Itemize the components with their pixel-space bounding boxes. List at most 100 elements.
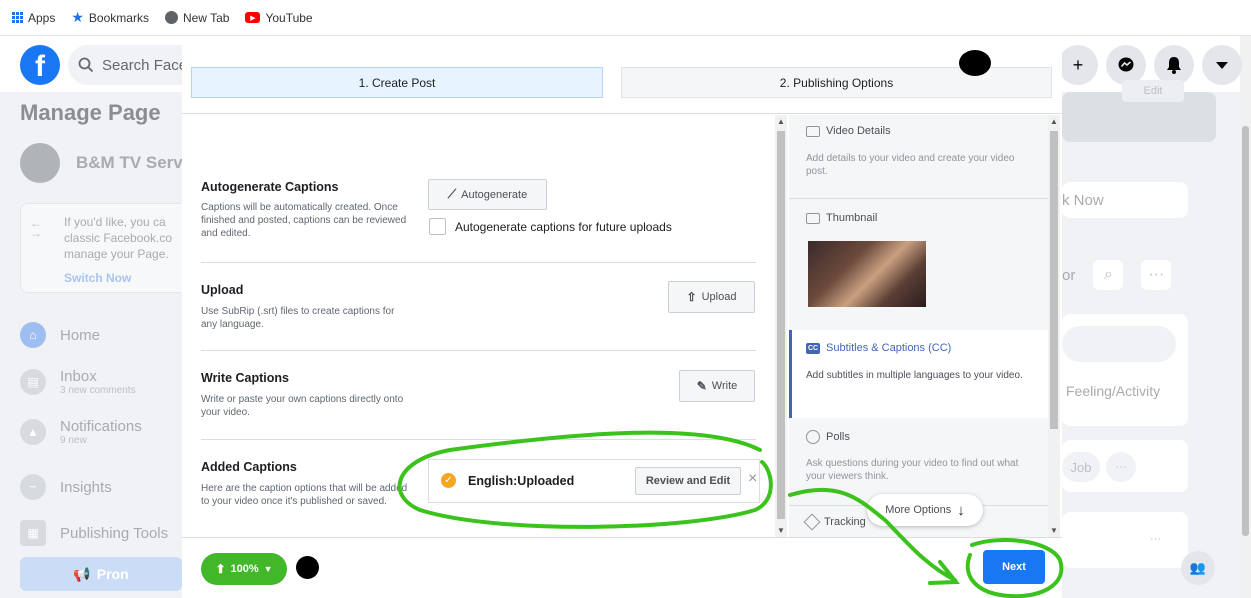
write-captions-title: Write Captions	[201, 371, 289, 385]
upload-button[interactable]: ⇧ Upload	[668, 281, 755, 313]
tracking-item[interactable]: Tracking	[803, 513, 866, 531]
job-button[interactable]: Job	[1062, 452, 1100, 482]
messenger-icon[interactable]	[1106, 45, 1146, 85]
insights-icon: ~	[20, 474, 46, 500]
tab-create-post[interactable]: 1. Create Post	[191, 67, 603, 98]
sidebar-item-label: Publishing Tools	[60, 524, 169, 542]
feeling-activity[interactable]: Feeling/Activity	[1066, 383, 1160, 399]
sidebar-item-label: Home	[60, 326, 101, 344]
home-icon: ⌂	[20, 322, 46, 348]
autogenerate-future-checkbox[interactable]	[429, 218, 446, 235]
sidebar-item-publishing-tools[interactable]: ▦ Publishing Tools	[20, 520, 168, 546]
promote-button[interactable]: 📢 Pron	[20, 557, 182, 591]
check-circle-icon: ✓	[441, 473, 456, 488]
upload-progress-label: 100%	[230, 563, 259, 575]
bookmark-new-tab[interactable]: New Tab	[164, 11, 229, 25]
post-composer[interactable]	[1062, 326, 1176, 362]
sidebar-item-label: Notifications	[60, 418, 142, 435]
subtitles-desc: Add subtitles in multiple languages to y…	[806, 370, 1023, 381]
autogenerate-button-label: Autogenerate	[461, 188, 528, 201]
edit-button[interactable]: Edit	[1122, 80, 1184, 102]
plus-icon[interactable]: +	[1058, 45, 1098, 85]
next-button[interactable]: Next	[983, 550, 1045, 584]
tag-icon	[803, 513, 821, 531]
promote-label: Pron	[96, 566, 129, 582]
sidebar-item-inbox[interactable]: ▤ Inbox 3 new comments	[20, 368, 136, 396]
video-thumbnail[interactable]	[808, 241, 926, 307]
more-icon[interactable]: ···	[1106, 452, 1136, 482]
redacted-dot	[959, 50, 991, 76]
bookmark-label: Bookmarks	[88, 10, 149, 25]
sidebar-item-sub: 9 new	[60, 435, 87, 446]
image-icon	[806, 212, 820, 224]
switch-now-link[interactable]: Switch Now	[64, 271, 131, 285]
book-now-card[interactable]: k Now	[1062, 182, 1188, 218]
video-details-title: Video Details	[826, 125, 891, 137]
cc-icon: CC	[806, 342, 820, 354]
panel-scrollbar[interactable]: ▲ ▼	[1048, 115, 1060, 537]
manage-page-title: Manage Page	[20, 100, 161, 125]
more-icon[interactable]: ···	[1141, 260, 1172, 290]
write-captions-desc: Write or paste your own captions directl…	[201, 394, 404, 418]
facebook-logo[interactable]: f	[20, 45, 60, 85]
video-details-desc: Add details to your video and create you…	[806, 153, 1015, 177]
write-button-label: Write	[711, 380, 738, 392]
section-divider	[201, 350, 756, 351]
thumbnail-item[interactable]: Thumbnail	[806, 212, 877, 224]
section-divider	[201, 148, 756, 149]
autogenerate-button[interactable]: ⟋ Autogenerate	[428, 179, 547, 210]
globe-icon	[164, 11, 178, 24]
bookmark-label: YouTube	[265, 10, 313, 25]
sidebar-item-sub: 3 new comments	[60, 385, 136, 396]
sidebar-item-home[interactable]: ⌂ Home	[20, 322, 100, 348]
bell-icon[interactable]	[1154, 45, 1194, 85]
upload-button-label: Upload	[701, 291, 737, 303]
chevron-down-icon: ▼	[263, 564, 273, 574]
tracking-title: Tracking	[824, 516, 866, 528]
bookmark-bookmarks[interactable]: ★ Bookmarks	[71, 9, 149, 26]
polls-item[interactable]: Polls	[806, 430, 850, 444]
arrow-down-icon: ↓	[957, 501, 965, 519]
sidebar-item-label: Inbox	[60, 368, 97, 385]
classic-text: If you'd like, you ca classic Facebook.c…	[64, 215, 173, 261]
upload-progress-button[interactable]: ⬆ 100% ▼	[201, 553, 287, 585]
book-now-label: k Now	[1062, 191, 1104, 209]
added-captions-desc: Here are the caption options that will b…	[201, 483, 408, 507]
sidebar-item-insights[interactable]: ~ Insights	[20, 474, 112, 500]
page-name[interactable]: B&M TV Servic	[76, 153, 197, 173]
more-options-label: More Options	[885, 504, 952, 516]
top-icons: +	[1058, 45, 1242, 85]
review-and-edit-button[interactable]: Review and Edit	[635, 467, 741, 495]
write-button[interactable]: ✎ Write	[679, 370, 755, 402]
contacts-icon[interactable]: 👥	[1181, 551, 1215, 585]
caption-language-label: English:Uploaded	[468, 474, 575, 488]
autogenerate-desc: Captions will be automatically created. …	[201, 202, 407, 239]
tab-publishing-options[interactable]: 2. Publishing Options	[621, 67, 1052, 98]
search-icon[interactable]: ⌕	[1093, 260, 1124, 290]
search-icon	[78, 57, 94, 73]
page-avatar[interactable]	[20, 143, 60, 183]
panel-divider	[789, 198, 1048, 199]
sidebar-item-notifications[interactable]: ▲ Notifications 9 new	[20, 418, 142, 446]
more-options-button[interactable]: More Options ↓	[867, 494, 983, 526]
post-card	[1062, 512, 1188, 568]
polls-icon	[806, 430, 820, 444]
video-details-item[interactable]: Video Details	[806, 125, 891, 137]
upload-desc: Use SubRip (.srt) files to create captio…	[201, 306, 395, 330]
upload-title: Upload	[201, 283, 244, 297]
bookmark-youtube[interactable]: ▶ YouTube	[245, 10, 313, 25]
close-icon[interactable]: ×	[748, 470, 757, 488]
bookmark-apps[interactable]: Apps	[12, 11, 55, 25]
bookmarks-bar: Apps ★ Bookmarks New Tab ▶ YouTube	[0, 0, 1251, 36]
autogenerate-title: Autogenerate Captions	[201, 180, 339, 194]
apps-grid-icon	[12, 12, 23, 23]
switch-arrows-icon: ← →	[30, 216, 42, 240]
post-more-icon[interactable]: ···	[1150, 533, 1161, 545]
content-scrollbar[interactable]: ▲ ▼	[775, 115, 787, 537]
inbox-icon: ▤	[20, 369, 46, 395]
magic-wand-icon: ⟋	[447, 187, 457, 201]
youtube-icon: ▶	[245, 12, 261, 23]
right-action-label: or	[1062, 266, 1076, 284]
page-scrollbar[interactable]	[1240, 36, 1251, 598]
chevron-down-icon[interactable]	[1202, 45, 1242, 85]
